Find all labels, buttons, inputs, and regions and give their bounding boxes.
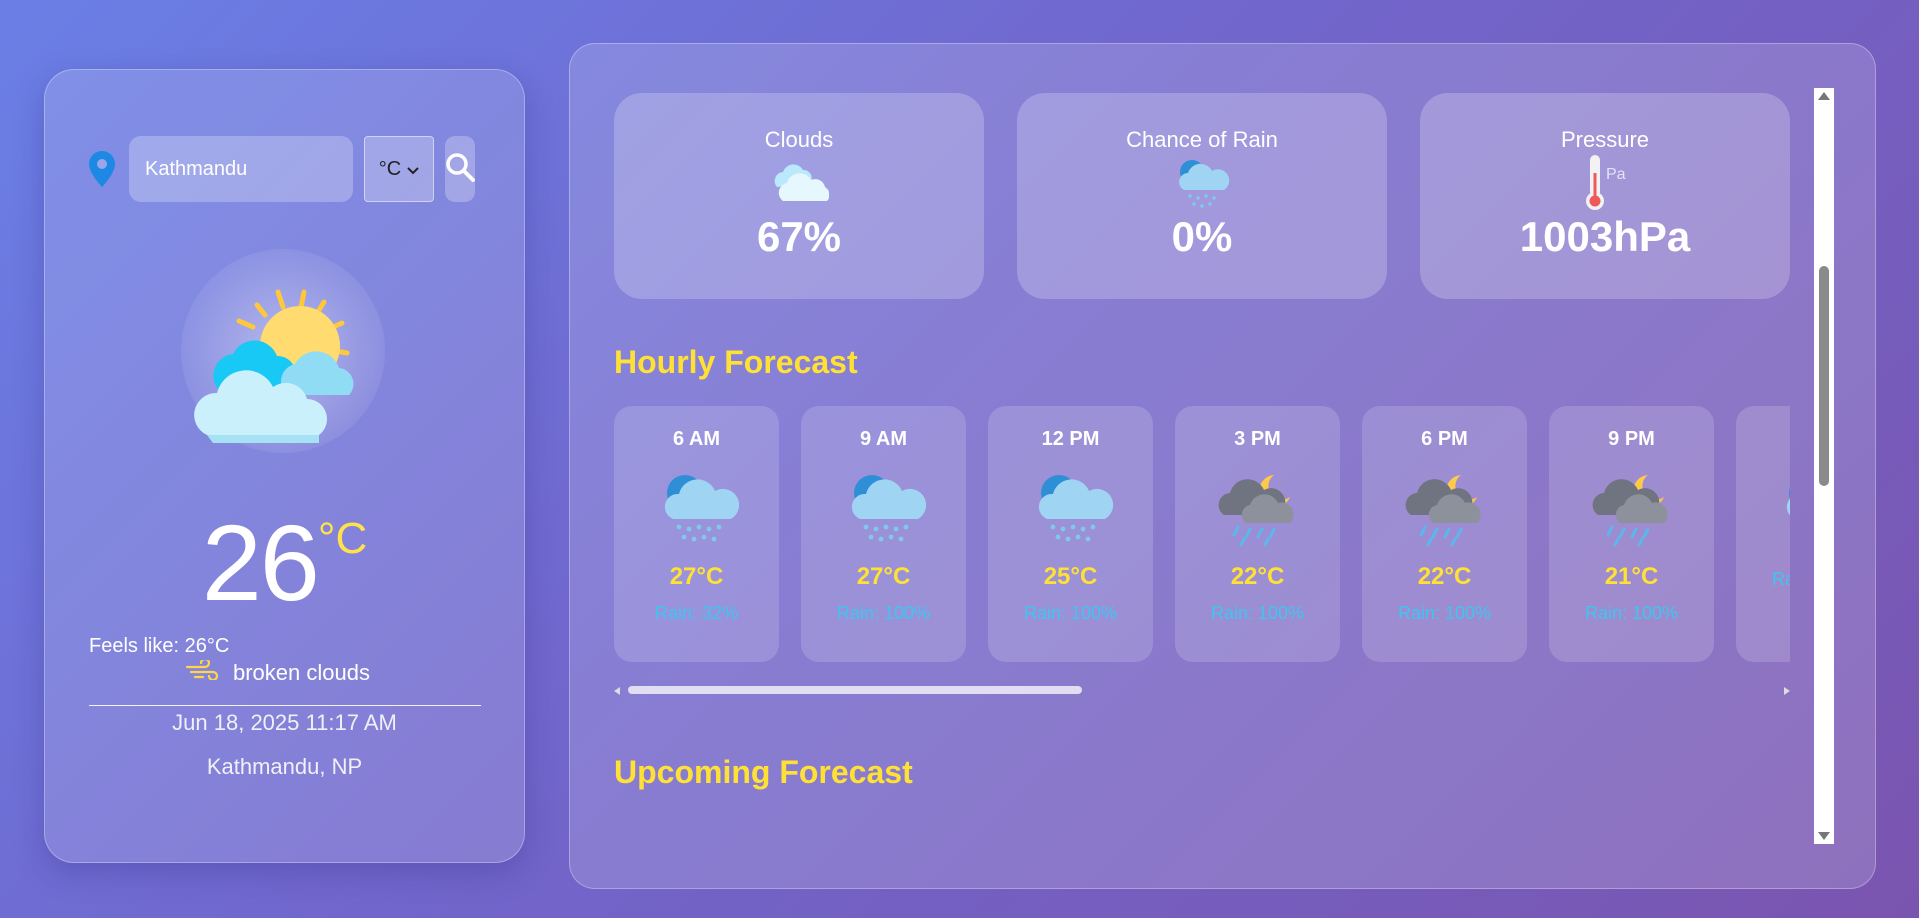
hour-rain-chance: Rain: 100% bbox=[836, 603, 931, 623]
stat-label: Pressure bbox=[1560, 127, 1650, 152]
stat-value: 1003hPa bbox=[1519, 213, 1691, 260]
stat-value: 0% bbox=[1171, 213, 1233, 260]
hourly-forecast-title: Hourly Forecast bbox=[614, 344, 858, 380]
scroll-left-arrow-icon[interactable] bbox=[614, 687, 620, 695]
stat-label: Clouds bbox=[764, 127, 834, 152]
feels-like: Feels like: 26°C bbox=[89, 635, 230, 657]
sun-cloud-icon bbox=[177, 245, 397, 465]
hour-temperature: 25°C bbox=[1043, 563, 1098, 590]
thermometer-pressure-icon: Pa bbox=[1420, 153, 1790, 211]
day-rain-icon bbox=[988, 457, 1153, 557]
stat-card-chance-of-rain: Chance of Rain 0% bbox=[1017, 93, 1387, 299]
wind-icon bbox=[185, 657, 219, 686]
temperature-unit: °C bbox=[317, 514, 368, 563]
night-rain-icon bbox=[1175, 457, 1340, 557]
unit-select-value: °C bbox=[378, 157, 402, 180]
hour-temperature: 27°C bbox=[856, 563, 911, 590]
day-rain-icon bbox=[1736, 457, 1790, 557]
hour-time: 9 AM bbox=[859, 428, 908, 450]
hourly-card: 6 AM 27°C Rain: 32% bbox=[614, 406, 779, 662]
horizontal-scroll-thumb[interactable] bbox=[628, 686, 1082, 694]
vertical-scroll-thumb[interactable] bbox=[1819, 266, 1829, 486]
unit-select[interactable]: °C bbox=[364, 136, 434, 202]
clouds-icon bbox=[614, 153, 984, 211]
stats-row: Clouds 67% Chance of Rain 0% Pressure Pa… bbox=[614, 93, 1790, 299]
hourly-card: 9 PM 21°C Rain: 100% bbox=[1549, 406, 1714, 662]
city-input[interactable] bbox=[129, 136, 353, 202]
hourly-card: 12 PM 25°C Rain: 100% bbox=[988, 406, 1153, 662]
stat-card-clouds: Clouds 67% bbox=[614, 93, 984, 299]
scroll-right-arrow-icon[interactable] bbox=[1784, 687, 1790, 695]
stat-card-pressure: Pressure Pa 1003hPa bbox=[1420, 93, 1790, 299]
current-weather-card: °C bbox=[44, 69, 525, 863]
weather-description: broken clouds bbox=[185, 657, 370, 686]
upcoming-forecast-title: Upcoming Forecast bbox=[614, 754, 913, 790]
hourly-card: 3 PM 22°C Rain: 100% bbox=[1175, 406, 1340, 662]
hour-time: 9 PM bbox=[1608, 428, 1655, 450]
hourly-forecast-list[interactable]: 6 AM 27°C Rain: 32% 9 AM 27°C Rain: 100% 12 PM… bbox=[614, 406, 1790, 664]
svg-text:Pa: Pa bbox=[1606, 166, 1626, 183]
hour-time: 12 PM bbox=[1041, 428, 1100, 450]
hourly-card: 6 PM 22°C Rain: 100% bbox=[1362, 406, 1527, 662]
vertical-scrollbar[interactable] bbox=[1814, 88, 1834, 844]
day-rain-icon bbox=[801, 457, 966, 557]
divider bbox=[89, 705, 481, 706]
hourly-card: 12 AM Rain: 100% bbox=[1736, 406, 1790, 662]
description-text: broken clouds bbox=[233, 660, 370, 685]
night-rain-icon bbox=[1362, 457, 1527, 557]
hour-temperature: 27°C bbox=[669, 563, 724, 590]
hourly-card: 9 AM 27°C Rain: 100% bbox=[801, 406, 966, 662]
rain-cloud-icon bbox=[1017, 153, 1387, 211]
hour-rain-chance: Rain: 100% bbox=[1023, 603, 1118, 623]
hour-temperature: 22°C bbox=[1417, 563, 1472, 590]
current-temperature: 26°C bbox=[45, 500, 524, 625]
search-bar: °C bbox=[89, 136, 475, 202]
hour-rain-chance: Rain: 100% bbox=[1584, 603, 1679, 623]
temperature-value: 26 bbox=[201, 502, 320, 623]
scroll-down-arrow-icon[interactable] bbox=[1818, 832, 1830, 840]
stat-label: Chance of Rain bbox=[1126, 127, 1278, 152]
hour-rain-chance: Rain: 32% bbox=[654, 603, 739, 623]
current-datetime: Jun 18, 2025 11:17 AM bbox=[172, 710, 397, 735]
forecast-panel: Clouds 67% Chance of Rain 0% Pressure Pa… bbox=[569, 43, 1876, 889]
hour-time: 6 AM bbox=[672, 428, 721, 450]
hour-time: 3 PM bbox=[1234, 428, 1281, 450]
hour-time: 6 PM bbox=[1421, 428, 1468, 450]
stat-value: 67% bbox=[756, 213, 842, 260]
scroll-up-arrow-icon[interactable] bbox=[1818, 92, 1830, 100]
hour-rain-chance: Rain: 100% bbox=[1397, 603, 1492, 623]
hour-temperature: 22°C bbox=[1230, 563, 1285, 590]
hour-temperature: 21°C bbox=[1604, 563, 1659, 590]
horizontal-scrollbar[interactable] bbox=[614, 685, 1790, 697]
search-button[interactable] bbox=[445, 136, 475, 202]
current-location: Kathmandu, NP bbox=[206, 754, 363, 779]
search-icon bbox=[445, 152, 475, 187]
chevron-down-icon bbox=[407, 158, 419, 181]
location-pin-icon bbox=[89, 149, 117, 189]
day-rain-icon bbox=[614, 457, 779, 557]
hour-rain-chance: Rain: 100% bbox=[1210, 603, 1305, 623]
hour-rain-chance: Rain: 100% bbox=[1771, 569, 1790, 589]
hour-time: 12 AM bbox=[1736, 428, 1790, 451]
night-rain-icon bbox=[1549, 457, 1714, 557]
